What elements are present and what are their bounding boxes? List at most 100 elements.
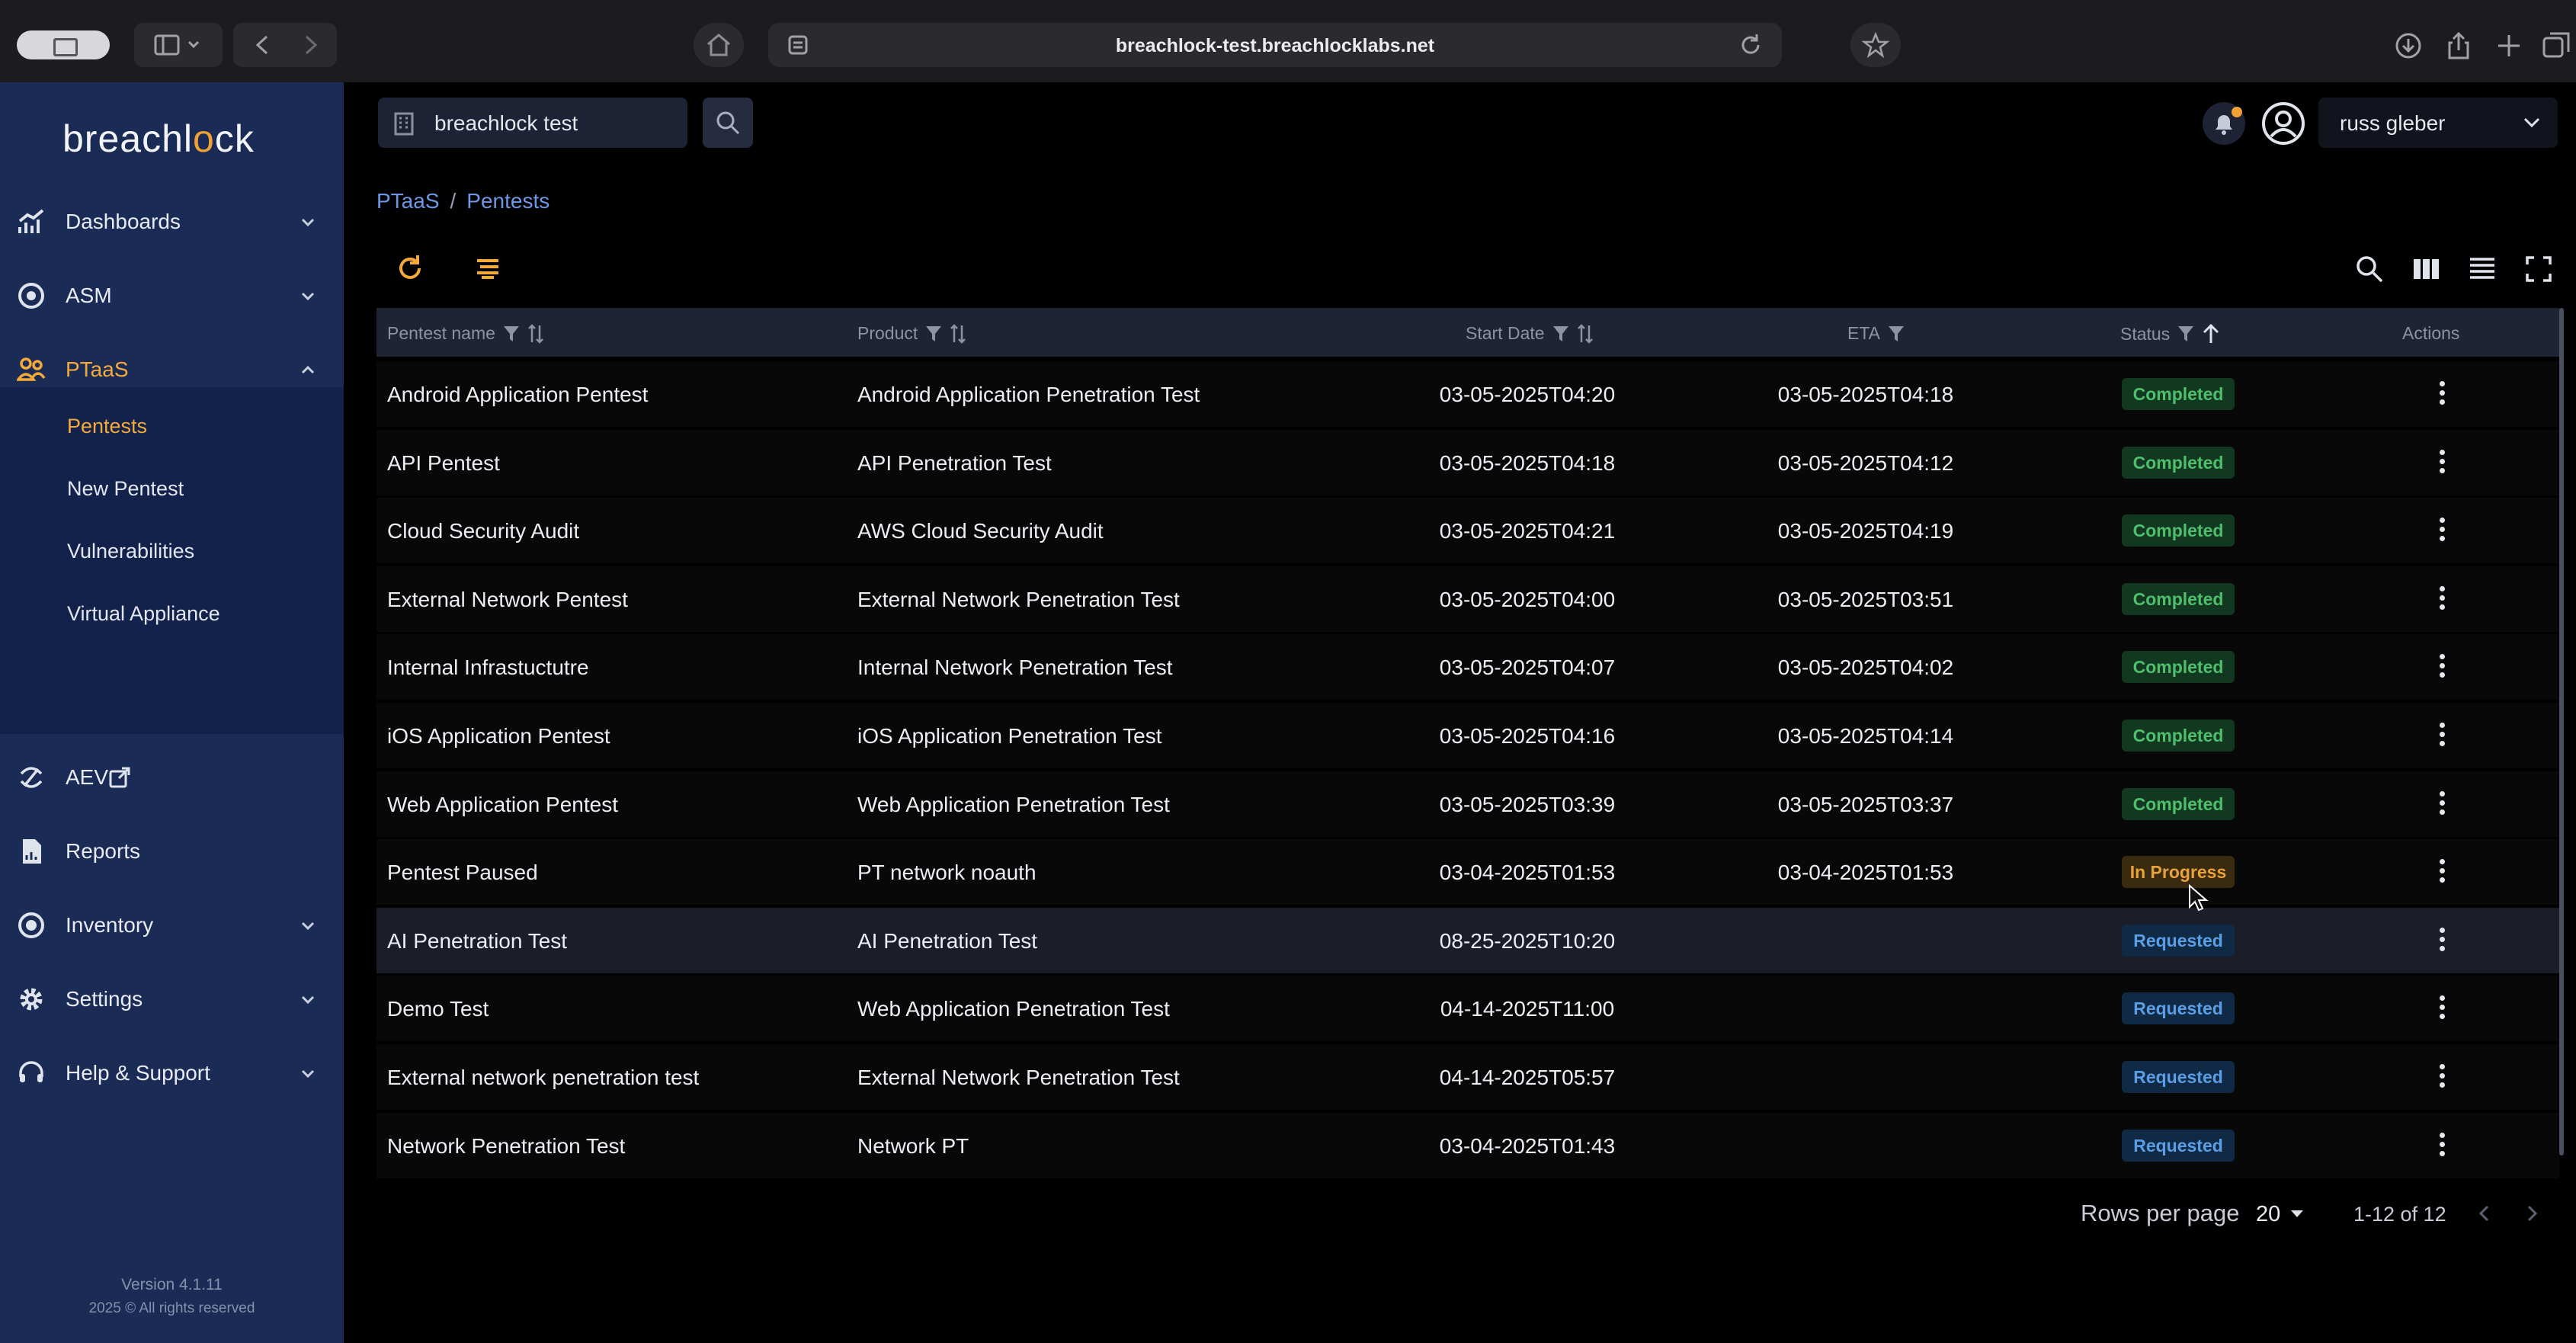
sidebar-item-label: Settings — [66, 987, 143, 1011]
reload-icon[interactable] — [1738, 32, 1764, 58]
submenu-item-virtual-appliance[interactable]: Virtual Appliance — [67, 602, 220, 626]
filter-icon[interactable] — [1552, 325, 1569, 343]
cell-eta: 03-05-2025T04:14 — [1777, 724, 1954, 748]
inventory-icon — [18, 912, 44, 938]
tab-overview-icon[interactable] — [2541, 30, 2571, 61]
filter-icon[interactable] — [1888, 325, 1905, 343]
table-row[interactable]: AI Penetration Test AI Penetration Test 08… — [376, 907, 2559, 973]
pentests-table: Pentest name Product Start Date ETA Stat… — [376, 308, 2559, 1178]
row-actions-menu-icon[interactable] — [2434, 927, 2449, 955]
column-header-status[interactable]: Status — [2120, 323, 2220, 345]
submenu-item-vulnerabilities[interactable]: Vulnerabilities — [67, 540, 194, 563]
sort-icon[interactable] — [950, 323, 966, 344]
filter-icon[interactable] — [2177, 325, 2194, 343]
table-header: Pentest name Product Start Date ETA Stat… — [376, 308, 2559, 357]
sidebar-item-settings[interactable]: Settings — [0, 973, 344, 1026]
user-avatar-icon[interactable] — [2260, 101, 2306, 146]
submenu-item-new-pentest[interactable]: New Pentest — [67, 477, 184, 501]
density-icon[interactable] — [2466, 253, 2498, 285]
rows-per-page-select[interactable]: 20 — [2256, 1195, 2305, 1233]
notifications-button[interactable] — [2203, 102, 2245, 145]
forward-icon[interactable] — [305, 35, 318, 55]
filter-icon[interactable] — [503, 325, 520, 343]
row-actions-menu-icon[interactable] — [2434, 723, 2449, 750]
caret-down-icon — [2291, 1210, 2304, 1217]
user-name: russ gleber — [2340, 111, 2446, 135]
table-row[interactable]: Cloud Security Audit AWS Cloud Security A… — [376, 498, 2559, 564]
table-row[interactable]: Web Application Pentest Web Application P… — [376, 771, 2559, 837]
filter-icon[interactable] — [925, 325, 942, 343]
column-header-start-date[interactable]: Start Date — [1466, 323, 1594, 344]
fullscreen-icon[interactable] — [2523, 253, 2555, 285]
orbit-icon — [20, 767, 43, 788]
download-icon[interactable] — [2393, 30, 2424, 61]
row-actions-menu-icon[interactable] — [2434, 449, 2449, 477]
home-button[interactable] — [694, 23, 744, 67]
search-icon[interactable] — [2353, 253, 2385, 285]
ptaas-submenu: Pentests New Pentest Vulnerabilities Vir… — [0, 387, 344, 734]
sort-ascending-icon[interactable] — [2202, 323, 2220, 345]
table-row[interactable]: External Network Pentest External Network… — [376, 566, 2559, 632]
bookmark-button[interactable] — [1850, 23, 1901, 67]
previous-page-icon[interactable] — [2474, 1203, 2495, 1224]
row-actions-menu-icon[interactable] — [2434, 859, 2449, 886]
sidebar-item-label: Dashboards — [66, 210, 181, 233]
table-row[interactable]: iOS Application Pentest iOS Application P… — [376, 703, 2559, 768]
cell-start-date: 03-05-2025T04:18 — [1439, 450, 1616, 475]
cell-start-date: 03-05-2025T04:21 — [1439, 519, 1616, 543]
breachlock-logo[interactable]: breachlock — [62, 117, 255, 161]
group-lines-icon[interactable] — [471, 252, 505, 285]
user-menu[interactable]: russ gleber — [2318, 98, 2558, 148]
sidebar-item-aev[interactable]: AEV — [0, 751, 344, 804]
columns-icon[interactable] — [2410, 253, 2442, 285]
row-actions-menu-icon[interactable] — [2434, 381, 2449, 409]
column-header-eta[interactable]: ETA — [1847, 323, 1905, 344]
sidebar-item-asm[interactable]: ASM — [0, 269, 344, 322]
tenant-selector[interactable]: breachlock test — [378, 98, 687, 148]
row-actions-menu-icon[interactable] — [2434, 1132, 2449, 1160]
breadcrumb-ptaas[interactable]: PTaaS — [376, 189, 440, 213]
sidebar-item-inventory[interactable]: Inventory — [0, 899, 344, 952]
tenant-search-button[interactable] — [703, 98, 753, 148]
submenu-item-pentests[interactable]: Pentests — [67, 415, 147, 438]
cell-pentest-name: API Pentest — [387, 450, 500, 475]
table-row[interactable]: Android Application Pentest Android Appli… — [376, 361, 2559, 427]
column-header-label: ETA — [1847, 323, 1881, 343]
sidebar-item-reports[interactable]: Reports — [0, 825, 344, 878]
column-header-pentest-name[interactable]: Pentest name — [387, 323, 544, 344]
cell-pentest-name: iOS Application Pentest — [387, 724, 610, 748]
chevron-down-icon — [2523, 117, 2540, 128]
row-actions-menu-icon[interactable] — [2434, 1064, 2449, 1091]
column-header-product[interactable]: Product — [857, 323, 966, 344]
sidebar-toggle-button[interactable] — [134, 23, 223, 67]
table-row[interactable]: Pentest Paused PT network noauth 03-04-202… — [376, 839, 2559, 905]
share-icon[interactable] — [2443, 30, 2474, 61]
address-bar[interactable]: breachlock-test.breachlocklabs.net — [768, 23, 1782, 67]
table-row[interactable]: Internal Infrastuctutre Internal Network … — [376, 634, 2559, 700]
row-actions-menu-icon[interactable] — [2434, 790, 2449, 819]
table-row[interactable]: Demo Test Web Application Penetration Tes… — [376, 976, 2559, 1042]
users-icon — [17, 357, 46, 381]
status-badge: In Progress — [2122, 856, 2235, 889]
sort-icon[interactable] — [1577, 323, 1594, 344]
logo-text: breachl — [62, 117, 193, 160]
back-icon[interactable] — [255, 35, 268, 55]
table-scrollbar[interactable] — [2559, 308, 2564, 1155]
cell-product: External Network Penetration Test — [857, 587, 1180, 611]
sort-icon[interactable] — [527, 323, 544, 344]
table-row[interactable]: API Pentest API Penetration Test 03-05-202… — [376, 429, 2559, 495]
window-switcher[interactable] — [17, 30, 110, 59]
sidebar-item-dashboards[interactable]: Dashboards — [0, 195, 344, 248]
breadcrumb: PTaaS / Pentests — [376, 189, 549, 213]
table-row[interactable]: Network Penetration Test Network PT 03-04-… — [376, 1112, 2559, 1178]
new-tab-icon[interactable] — [2494, 30, 2524, 61]
refresh-icon[interactable] — [393, 252, 427, 285]
row-actions-menu-icon[interactable] — [2434, 518, 2449, 545]
row-actions-menu-icon[interactable] — [2434, 995, 2449, 1023]
next-page-icon[interactable] — [2521, 1203, 2542, 1224]
sidebar-item-help-support[interactable]: Help & Support — [0, 1047, 344, 1100]
table-row[interactable]: External network penetration test Externa… — [376, 1044, 2559, 1110]
row-actions-menu-icon[interactable] — [2434, 654, 2449, 681]
row-actions-menu-icon[interactable] — [2434, 585, 2449, 614]
headset-icon — [19, 1061, 43, 1082]
